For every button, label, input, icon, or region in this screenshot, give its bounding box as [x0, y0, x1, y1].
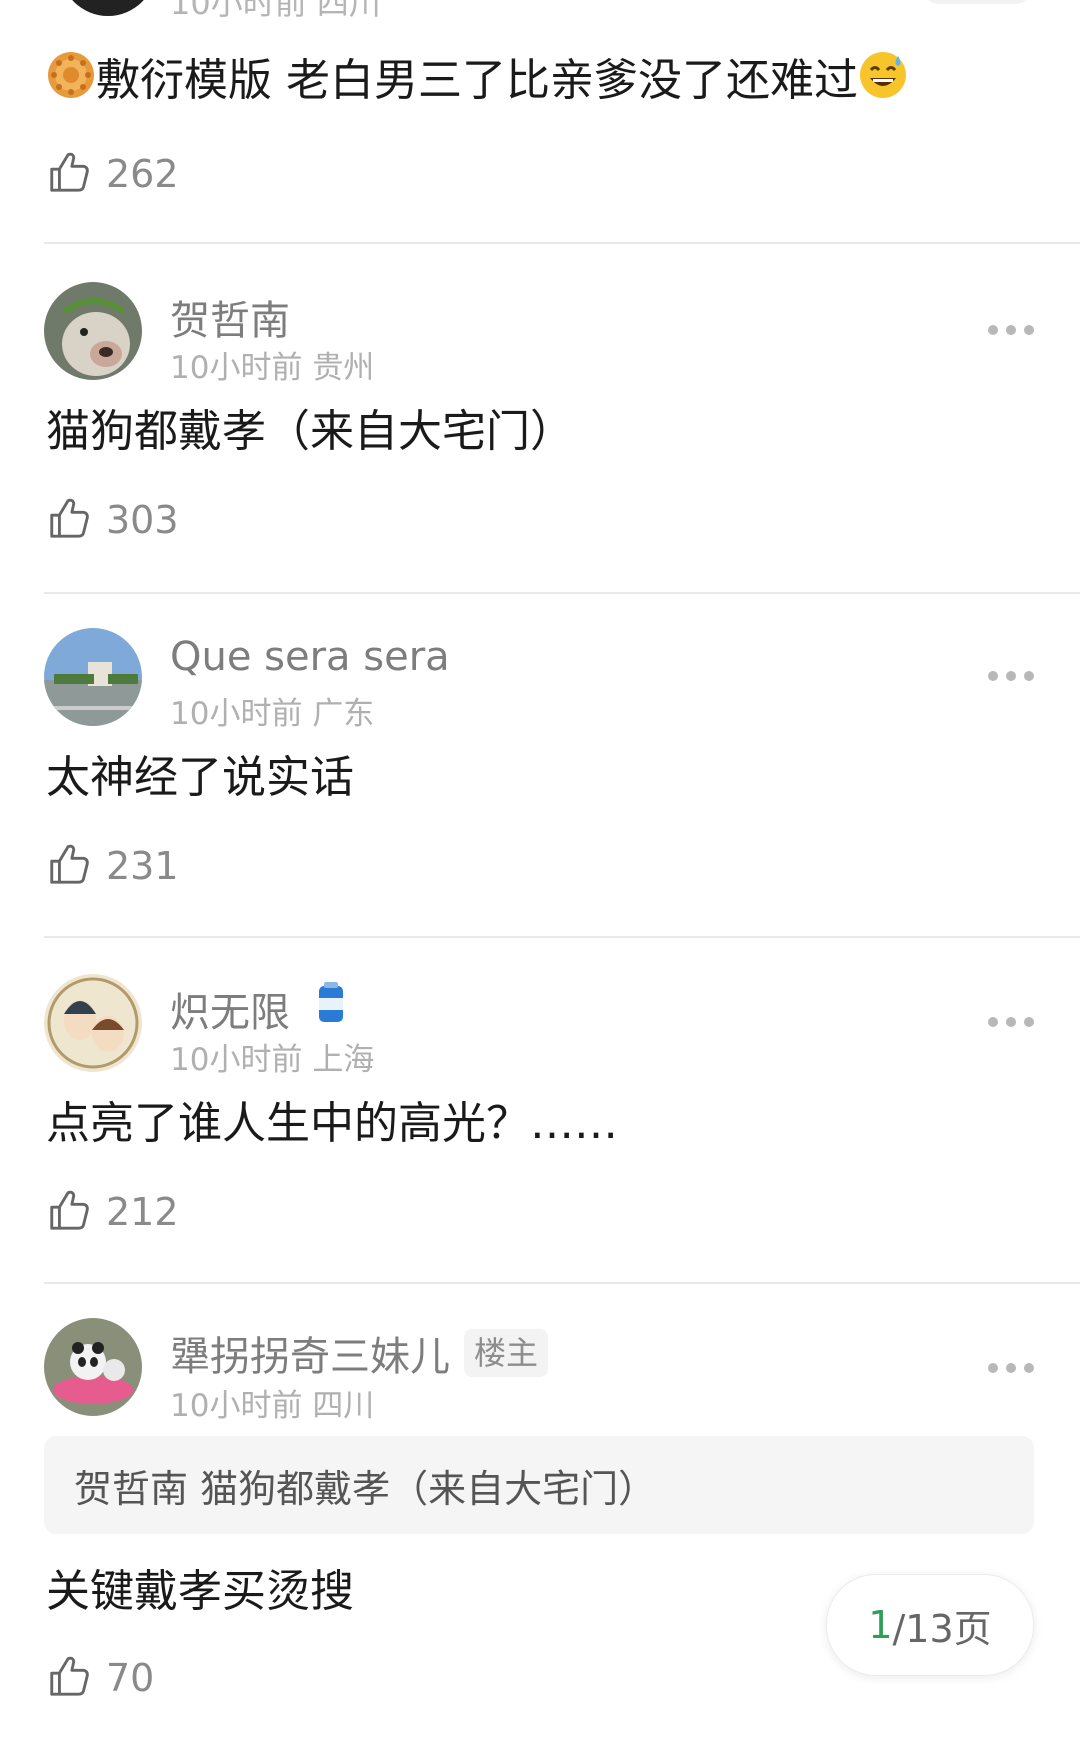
thumbs-up-icon: [46, 841, 92, 891]
like-count: 303: [106, 498, 179, 542]
like-button[interactable]: 212: [46, 1186, 179, 1238]
thumbs-up-icon: [46, 149, 92, 199]
like-count: 262: [106, 152, 179, 196]
comment-meta: 10小时前 贵州: [170, 342, 374, 387]
location: 四川: [312, 1388, 375, 1424]
time: 10小时前: [170, 696, 303, 732]
op-badge: 楼主: [464, 1329, 549, 1377]
like-button[interactable]: 262: [46, 148, 179, 200]
divider: [44, 242, 1080, 244]
comment-text: 敷衍模版 老白男三了比亲爹没了还难过: [46, 50, 908, 116]
quote-author: 贺哲南: [74, 1467, 189, 1511]
location: 上海: [312, 1042, 375, 1078]
more-options-icon[interactable]: [988, 1362, 1034, 1374]
thumbs-up-icon: [46, 1653, 92, 1703]
comment-text: 关键戴孝买烫搜: [46, 1566, 354, 1617]
like-button[interactable]: 231: [46, 840, 179, 892]
username[interactable]: 贺哲南: [170, 288, 290, 346]
avatar[interactable]: [44, 628, 142, 726]
like-count: 70: [106, 1656, 155, 1700]
total-pages: /13页: [892, 1606, 992, 1651]
like-button[interactable]: 303: [46, 494, 179, 546]
time: 10小时前: [170, 1042, 303, 1078]
location: 广东: [312, 696, 375, 732]
like-count: 231: [106, 844, 179, 888]
quoted-reply[interactable]: 贺哲南 猫狗都戴孝（来自大宅门）: [44, 1436, 1034, 1534]
comment-text: 点亮了谁人生中的高光？……: [46, 1098, 618, 1149]
comment-text: 太神经了说实话: [46, 752, 354, 803]
avatar[interactable]: [60, 0, 156, 16]
divider: [44, 1282, 1080, 1284]
quote-text: 贺哲南 猫狗都戴孝（来自大宅门）: [74, 1458, 656, 1513]
thumbs-up-icon: [46, 495, 92, 545]
location: 贵州: [312, 350, 375, 386]
avatar[interactable]: [44, 1318, 142, 1416]
badge: [922, 0, 1032, 4]
comment-meta: 10小时前 上海: [170, 1034, 374, 1079]
avatar[interactable]: [44, 974, 142, 1072]
current-page: 1: [868, 1603, 893, 1647]
more-options-icon[interactable]: [988, 1016, 1034, 1028]
comment-meta: 10小时前 四川: [170, 1380, 374, 1425]
username-text: 炽无限: [170, 990, 290, 1036]
username[interactable]: 炽无限: [170, 980, 346, 1038]
like-button[interactable]: 70: [46, 1652, 154, 1704]
previous-comment-header: 10小时前 四川: [0, 0, 1080, 40]
quote-body: 猫狗都戴孝（来自大宅门）: [200, 1467, 657, 1511]
thumbs-up-icon: [46, 1187, 92, 1237]
more-options-icon[interactable]: [988, 324, 1034, 336]
username-text: 犟拐拐奇三妹儿: [170, 1334, 450, 1380]
comment-meta: 10小时前 广东: [170, 688, 374, 733]
like-count: 212: [106, 1190, 179, 1234]
username[interactable]: Que sera sera: [170, 634, 450, 680]
avatar[interactable]: [44, 282, 142, 380]
comment-text: 猫狗都戴孝（来自大宅门）: [46, 406, 574, 457]
time: 10小时前: [170, 350, 303, 386]
divider: [44, 936, 1080, 938]
mooncake-emoji: [46, 50, 96, 116]
page-indicator[interactable]: 1/13页: [826, 1574, 1034, 1676]
comment-meta: 10小时前 四川: [170, 0, 381, 22]
comment-body: 敷衍模版 老白男三了比亲爹没了还难过: [96, 55, 858, 106]
more-options-icon[interactable]: [988, 670, 1034, 682]
divider: [44, 592, 1080, 594]
time: 10小时前: [170, 1388, 303, 1424]
can-icon: [290, 982, 346, 1036]
username[interactable]: 犟拐拐奇三妹儿 楼主: [170, 1324, 549, 1382]
sweat-smile-emoji: [858, 50, 908, 116]
